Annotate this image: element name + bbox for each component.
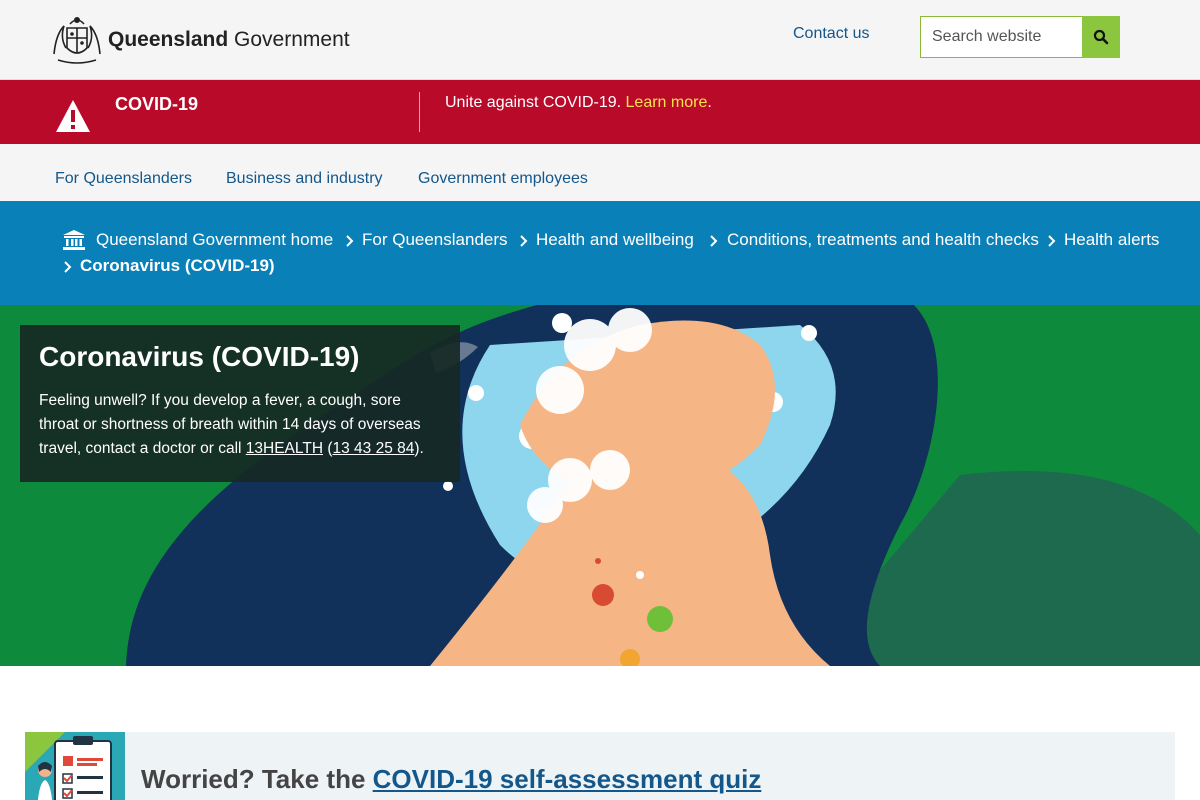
phone-link[interactable]: 13 43 25 84	[332, 440, 414, 457]
hero-title: Coronavirus (COVID-19)	[39, 341, 360, 372]
alert-period: .	[707, 94, 712, 111]
13health-link[interactable]: 13HEALTH	[246, 440, 323, 457]
quiz-prefix: Worried? Take the	[141, 764, 373, 794]
nav-item-government-employees[interactable]: Government employees	[418, 170, 588, 188]
logo-regular-text: Government	[234, 28, 350, 51]
alert-message: Unite against COVID-19. Learn more.	[445, 94, 712, 112]
logo-bold-text: Queensland	[108, 28, 229, 51]
breadcrumb-item-health-alerts[interactable]: Health alerts	[1064, 230, 1159, 250]
chevron-right-icon	[520, 235, 528, 247]
self-assessment-panel: Worried? Take the COVID-19 self-assessme…	[25, 732, 1175, 800]
chevron-right-icon	[710, 235, 718, 247]
breadcrumb-current: Coronavirus (COVID-19)	[80, 256, 275, 275]
alert-message-text: Unite against COVID-19.	[445, 94, 622, 111]
nav-item-business-and-industry[interactable]: Business and industry	[226, 170, 383, 188]
breadcrumb-item-conditions[interactable]: Conditions, treatments and health checks	[727, 230, 1039, 250]
breadcrumb: Queensland Government home For Queenslan…	[0, 201, 1200, 305]
quiz-thumbnail	[25, 732, 125, 800]
covid-alert-banner: COVID-19 Unite against COVID-19. Learn m…	[0, 80, 1200, 144]
search-icon	[1093, 29, 1109, 45]
warning-icon	[56, 100, 90, 132]
qld-government-logo[interactable]: Queensland Government	[50, 14, 350, 66]
chevron-right-icon	[1048, 235, 1056, 247]
logo-wordmark: Queensland Government	[108, 28, 350, 52]
search-input[interactable]	[920, 16, 1083, 58]
hero-text-end: ).	[414, 440, 424, 457]
alert-title: COVID-19	[115, 94, 199, 114]
chevron-right-icon	[346, 235, 354, 247]
contact-us-link[interactable]: Contact us	[793, 25, 869, 43]
qld-crest-icon	[53, 17, 101, 64]
learn-more-link[interactable]: Learn more	[626, 94, 708, 111]
hero-banner: Coronavirus (COVID-19) Feeling unwell? I…	[0, 305, 1200, 666]
hero-text: Feeling unwell? If you develop a fever, …	[39, 389, 441, 461]
chevron-right-icon	[64, 261, 72, 273]
breadcrumb-item-for-queenslanders[interactable]: For Queenslanders	[362, 230, 508, 250]
quiz-heading: Worried? Take the COVID-19 self-assessme…	[141, 764, 761, 795]
self-assessment-quiz-link[interactable]: COVID-19 self-assessment quiz	[373, 764, 762, 794]
search-button[interactable]	[1082, 16, 1120, 58]
main-nav: For Queenslanders Business and industry …	[0, 144, 1200, 201]
checklist-illustration	[25, 732, 125, 800]
site-header: Queensland Government Contact us	[0, 0, 1200, 80]
breadcrumb-item-health-and-wellbeing[interactable]: Health and wellbeing	[536, 230, 694, 250]
home-icon	[63, 230, 85, 250]
alert-divider	[419, 92, 420, 132]
nav-item-for-queenslanders[interactable]: For Queenslanders	[55, 170, 192, 188]
breadcrumb-item-home[interactable]: Queensland Government home	[96, 230, 333, 250]
hero-info-card: Coronavirus (COVID-19) Feeling unwell? I…	[20, 325, 460, 482]
